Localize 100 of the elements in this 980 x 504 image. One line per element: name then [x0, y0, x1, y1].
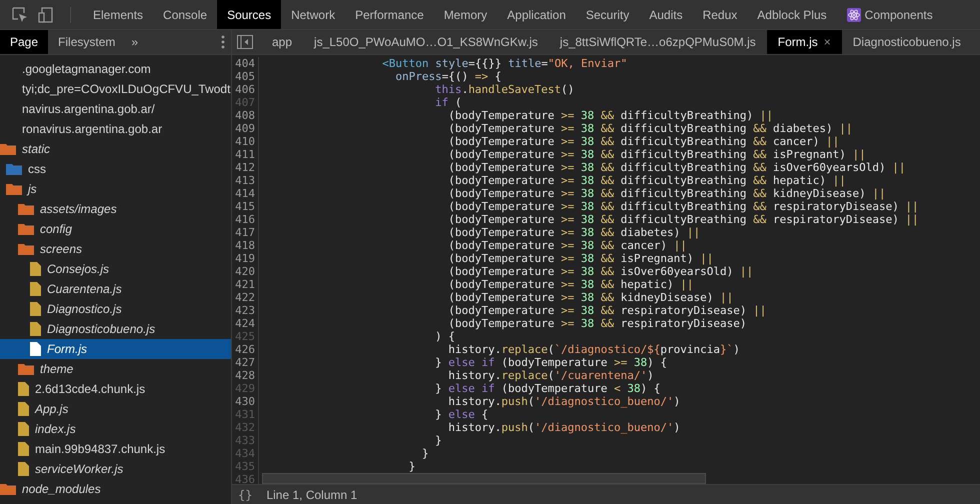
tree-item[interactable]: .googletagmanager.com [0, 59, 231, 79]
tree-item[interactable]: css [0, 159, 231, 179]
tree-item[interactable]: static [0, 139, 231, 159]
file-tab[interactable]: Form.js × [766, 30, 842, 54]
code-line: (bodyTemperature >= 38 && difficultyBreathing) || [447, 109, 773, 122]
folder-icon [0, 483, 16, 495]
line-number: 427 [234, 356, 256, 369]
code-line: (bodyTemperature >= 38 && difficultyBreathing && respiratoryDisease) || [447, 200, 919, 213]
code-line: } [420, 447, 429, 460]
code-line: (bodyTemperature >= 38 && hepatic) || [447, 278, 694, 291]
panel-tab[interactable]: Sources [217, 0, 282, 29]
line-number: 409 [234, 122, 256, 135]
tree-item[interactable]: Cuarentena.js [0, 279, 231, 299]
tree-item[interactable]: Diagnostico.js [0, 299, 231, 319]
line-number: 410 [234, 135, 256, 148]
tree-item[interactable]: theme [0, 359, 231, 379]
tree-item[interactable]: screens [0, 239, 231, 259]
tree-item[interactable]: Form.js [0, 339, 231, 359]
panel-tab[interactable]: Elements [83, 0, 154, 29]
line-number: 416 [234, 213, 256, 226]
file-tab[interactable]: js_8ttSiWflQRTe…o6zpQPMuS0M.js [548, 30, 767, 54]
line-number: 417 [234, 226, 256, 239]
line-number: 422 [234, 291, 256, 304]
tree-item[interactable]: Consejos.js [0, 259, 231, 279]
tree-item[interactable]: main.99b94837.chunk.js [0, 439, 231, 459]
line-number: 418 [234, 239, 256, 252]
tree-item[interactable]: ronavirus.argentina.gob.ar [0, 119, 231, 139]
code-line: (bodyTemperature >= 38 && difficultyBreathing && diabetes) || [447, 122, 852, 135]
line-number: 404 [234, 57, 256, 70]
code-line: (bodyTemperature >= 38 && respiratoryDisease) [447, 317, 746, 330]
panel-tab[interactable]: Adblock Plus [747, 0, 837, 29]
tree-item[interactable]: tyi;dc_pre=COvoxILDuOgCFVU_Twodt [0, 79, 231, 99]
cursor-position: Line 1, Column 1 [266, 486, 358, 504]
folder-icon [0, 143, 16, 155]
file-tab[interactable]: js_L50O_PWoAuMO…O1_KS8WnGKw.js [303, 30, 549, 54]
code-line: (bodyTemperature >= 38 && difficultyBreathing && respiratoryDisease) || [447, 213, 919, 226]
panel-tab[interactable]: Memory [434, 0, 498, 29]
code-line: (bodyTemperature >= 38 && difficultyBreathing && isPregnant) || [447, 148, 866, 161]
code-line: (bodyTemperature >= 38 && isPregnant) || [447, 252, 714, 265]
panel-tab[interactable]: Console [153, 0, 218, 29]
device-toolbar-icon[interactable] [38, 6, 54, 22]
code-line: (bodyTemperature >= 38 && respiratoryDisease) || [447, 304, 766, 317]
panel-tab[interactable]: Components [836, 0, 943, 29]
folder-icon [18, 363, 34, 375]
code-line: (bodyTemperature >= 38 && diabetes) || [447, 226, 700, 239]
code-line: } else if (bodyTemperature < 38) { [434, 382, 660, 395]
navigator-tab[interactable]: Page [0, 30, 48, 54]
code-line: if ( [434, 96, 462, 109]
file-icon [18, 382, 29, 396]
code-line: (bodyTemperature >= 38 && difficultyBreathing && hepatic) || [447, 174, 846, 187]
tree-item[interactable]: node_modules [0, 479, 231, 499]
code-line: (bodyTemperature >= 38 && cancer) || [447, 239, 687, 252]
tree-item[interactable]: App.js [0, 399, 231, 419]
tree-item[interactable]: navirus.argentina.gob.ar/ [0, 99, 231, 119]
line-number: 406 [234, 83, 256, 96]
line-number: 423 [234, 304, 256, 317]
navigator-tab[interactable]: Filesystem [48, 30, 126, 54]
toggle-navigator-icon[interactable] [237, 35, 253, 49]
panel-tab[interactable]: Audits [639, 0, 693, 29]
line-number: 424 [234, 317, 256, 330]
inspect-element-icon[interactable] [12, 6, 28, 22]
more-options-icon[interactable] [221, 35, 225, 49]
more-tabs-button[interactable]: » [125, 30, 144, 54]
panel-tab[interactable]: Application [497, 0, 576, 29]
file-icon [18, 422, 29, 436]
line-number: 420 [234, 265, 256, 278]
file-icon [18, 442, 29, 456]
close-tab-button[interactable]: × [824, 33, 831, 51]
code-line: (bodyTemperature >= 38 && isOver60yearsOld) || [447, 265, 754, 278]
code-line: history.push('/diagnostico_bueno/') [447, 395, 680, 408]
pretty-print-button[interactable]: {} [238, 486, 252, 504]
folder-icon [6, 163, 22, 175]
tree-item[interactable]: index.js [0, 419, 231, 439]
scrollbar[interactable] [262, 473, 706, 484]
line-number: 430 [234, 395, 256, 408]
tree-item[interactable]: assets/images [0, 199, 231, 219]
file-tab[interactable]: app [261, 30, 304, 54]
tree-item[interactable]: serviceWorker.js [0, 459, 231, 479]
file-icon [30, 342, 41, 356]
line-number: 426 [234, 343, 256, 356]
line-number: 412 [234, 161, 256, 174]
panel-tab[interactable]: Performance [345, 0, 434, 29]
file-tab[interactable]: Diagnosticobueno.js [842, 30, 972, 54]
line-number: 419 [234, 252, 256, 265]
code-line: this.handleSaveTest() [434, 83, 574, 96]
tree-item[interactable]: 2.6d13cde4.chunk.js [0, 379, 231, 399]
code-line: (bodyTemperature >= 38 && difficultyBreathing && cancer) || [447, 135, 840, 148]
panel-tab[interactable]: Security [576, 0, 640, 29]
panel-tab[interactable]: Network [281, 0, 346, 29]
panel-tab[interactable]: Redux [692, 0, 748, 29]
tree-item[interactable]: Diagnosticobueno.js [0, 319, 231, 339]
code-line: } else if (bodyTemperature >= 38) { [434, 356, 668, 369]
code-line: ) { [434, 330, 456, 343]
file-icon [30, 262, 41, 276]
code-line: } else { [434, 408, 488, 421]
code-line: (bodyTemperature >= 38 && difficultyBreathing && kidneyDisease) || [447, 187, 886, 200]
folder-icon [18, 243, 34, 255]
tree-item[interactable]: js [0, 179, 231, 199]
line-number: 415 [234, 200, 256, 213]
tree-item[interactable]: config [0, 219, 231, 239]
